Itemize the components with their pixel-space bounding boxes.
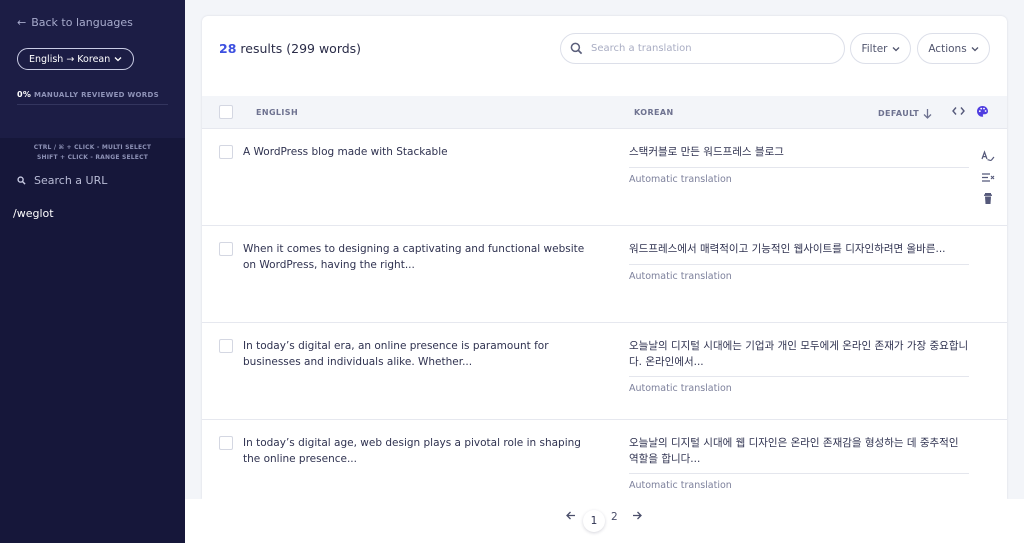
source-text: In today’s digital era, an online presen… — [243, 340, 549, 368]
translation-divider — [629, 264, 969, 265]
results-count: 28 — [219, 41, 237, 56]
table-row[interactable]: In today’s digital era, an online presen… — [202, 323, 1007, 420]
translation-text[interactable]: 워드프레스에서 매력적이고 기능적인 웹사이트를 디자인하려면 올바른... — [629, 241, 969, 257]
translation-search-input[interactable] — [591, 43, 831, 54]
table-row[interactable]: A WordPress blog made with Stackable 스택커… — [202, 129, 1007, 226]
pagination: 1 2 — [185, 499, 1024, 543]
translations-panel: 28 results (299 words) Filter Actions EN… — [202, 16, 1007, 499]
clear-translation-icon[interactable] — [981, 169, 995, 182]
search-url-label: Search a URL — [34, 174, 108, 187]
review-icon[interactable] — [981, 148, 995, 162]
reviewed-progress-bar — [17, 104, 168, 105]
hint-range-select: SHIFT + CLICK - RANGE SELECT — [37, 154, 148, 161]
reviewed-label: MANUALLY REVIEWED WORDS — [33, 91, 159, 99]
search-url-button[interactable]: Search a URL — [17, 174, 107, 187]
chevron-down-icon — [892, 46, 899, 51]
table-row[interactable]: In today’s digital age, web design plays… — [202, 420, 1007, 499]
translation-text[interactable]: 스택커블로 만든 워드프레스 블로그 — [629, 144, 969, 160]
back-to-languages-link[interactable]: ← Back to languages — [17, 16, 133, 29]
page-button-2[interactable]: 2 — [611, 511, 618, 523]
translation-divider — [629, 167, 969, 168]
chevron-down-icon — [114, 57, 122, 62]
translation-status: Automatic translation — [629, 383, 732, 394]
language-pair-label: English → Korean — [29, 53, 111, 65]
filter-label: Filter — [861, 42, 888, 55]
translation-divider — [629, 376, 969, 377]
trash-icon[interactable] — [981, 190, 995, 204]
actions-label: Actions — [928, 42, 967, 55]
row-checkbox[interactable] — [219, 242, 233, 256]
next-page-button[interactable] — [632, 511, 642, 523]
row-checkbox[interactable] — [219, 145, 233, 159]
source-text: In today’s digital age, web design plays… — [243, 437, 581, 465]
translation-search-box[interactable] — [560, 33, 845, 64]
search-icon — [17, 176, 26, 185]
reviewed-percent: 0% — [17, 90, 32, 99]
translation-text[interactable]: 오늘날의 디지털 시대에 웹 디자인은 온라인 존재감을 형성하는 데 중추적인… — [629, 435, 969, 467]
row-checkbox[interactable] — [219, 436, 233, 450]
arrow-left-icon — [566, 511, 575, 520]
translation-divider — [629, 473, 969, 474]
translation-status: Automatic translation — [629, 174, 732, 185]
arrow-down-icon — [923, 109, 932, 119]
page-button-1[interactable]: 1 — [583, 510, 605, 532]
table-header: ENGLISH KOREAN DEFAULT — [202, 96, 1007, 129]
url-path-item[interactable]: /weglot — [13, 207, 54, 220]
row-checkbox[interactable] — [219, 339, 233, 353]
palette-icon[interactable] — [976, 105, 989, 121]
prev-page-button[interactable] — [566, 511, 576, 523]
column-header-korean: KOREAN — [634, 108, 674, 117]
table-row[interactable]: When it comes to designing a captivating… — [202, 226, 1007, 323]
sidebar: ← Back to languages English → Korean 0% … — [0, 0, 185, 543]
results-summary: 28 results (299 words) — [219, 41, 361, 56]
sort-default-button[interactable]: DEFAULT — [878, 108, 932, 119]
select-all-checkbox[interactable] — [219, 105, 233, 119]
column-header-english: ENGLISH — [256, 108, 299, 117]
translation-status: Automatic translation — [629, 271, 732, 282]
hint-multi-select: CTRL / ⌘ + CLICK - MULTI SELECT — [33, 144, 152, 151]
arrow-right-icon — [633, 511, 642, 520]
actions-button[interactable]: Actions — [917, 33, 990, 64]
search-icon — [570, 42, 583, 55]
row-tools — [981, 148, 995, 204]
arrow-left-icon: ← — [17, 16, 27, 29]
source-text: When it comes to designing a captivating… — [243, 243, 585, 271]
sort-default-label: DEFAULT — [878, 109, 920, 118]
results-text: results (299 words) — [240, 41, 362, 56]
language-pair-selector[interactable]: English → Korean — [17, 48, 135, 70]
code-view-icon[interactable] — [952, 105, 965, 120]
selection-hints: CTRL / ⌘ + CLICK - MULTI SELECT SHIFT + … — [0, 143, 185, 163]
chevron-down-icon — [971, 46, 979, 51]
reviewed-progress-text: 0% MANUALLY REVIEWED WORDS — [17, 90, 159, 99]
translation-status: Automatic translation — [629, 480, 732, 491]
translation-text[interactable]: 오늘날의 디지털 시대에는 기업과 개인 모두에게 온라인 존재가 가장 중요합… — [629, 338, 969, 370]
filter-button[interactable]: Filter — [850, 33, 911, 64]
back-to-languages-label: Back to languages — [31, 16, 133, 29]
source-text: A WordPress blog made with Stackable — [243, 146, 448, 158]
